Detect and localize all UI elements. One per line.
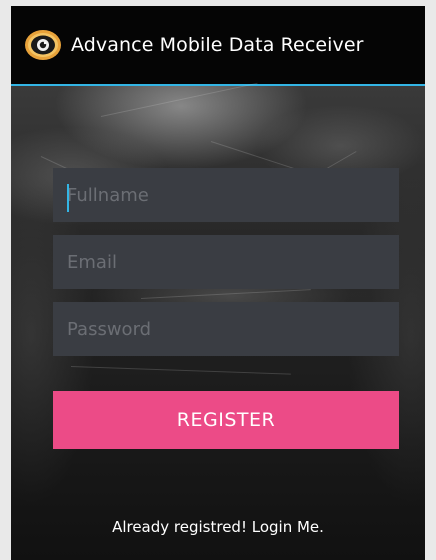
screenshot-frame: Advance Mobile Data Receiver REGISTER Al… [0, 0, 436, 560]
texture-scratch [70, 366, 291, 375]
texture-scratch [100, 82, 258, 117]
register-button[interactable]: REGISTER [53, 391, 399, 449]
action-bar: Advance Mobile Data Receiver [11, 6, 425, 86]
text-cursor [67, 184, 69, 212]
login-link[interactable]: Already registred! Login Me. [11, 518, 425, 536]
fullname-field[interactable] [53, 168, 399, 222]
password-field[interactable] [53, 302, 399, 356]
eye-logo-icon [23, 25, 63, 65]
app-title: Advance Mobile Data Receiver [71, 34, 364, 56]
app-screen: Advance Mobile Data Receiver REGISTER Al… [11, 6, 425, 560]
email-field[interactable] [53, 235, 399, 289]
texture-scratch [140, 289, 311, 299]
